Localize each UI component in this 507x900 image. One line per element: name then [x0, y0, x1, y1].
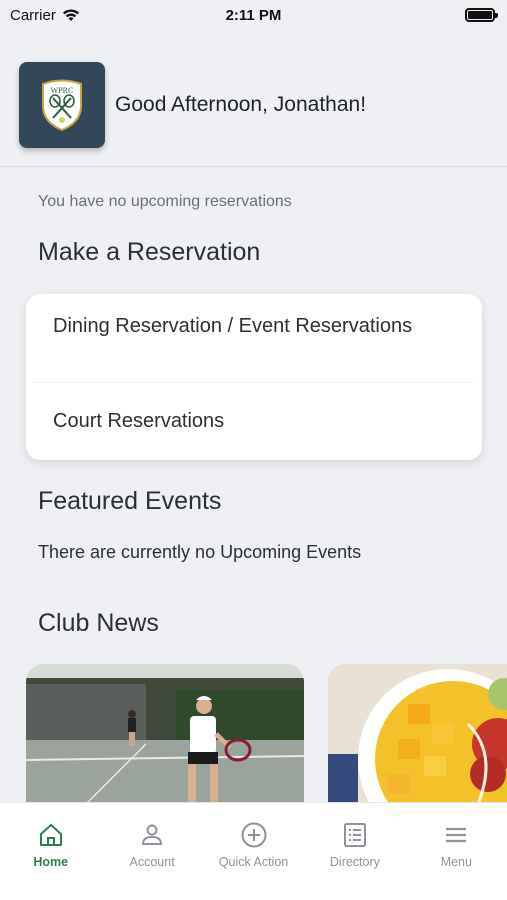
club-logo: WPRC [19, 62, 105, 148]
make-reservation-title: Make a Reservation [38, 238, 261, 266]
no-events-text: There are currently no Upcoming Events [38, 542, 362, 562]
menu-icon [446, 827, 467, 843]
plus-circle-icon [241, 822, 267, 848]
tab-home-label: Home [33, 855, 69, 869]
reservation-card: Dining Reservation / Event Reservations … [26, 294, 482, 460]
news-card-food[interactable] [328, 664, 507, 824]
tennis-photo [26, 664, 304, 824]
tab-quick-action-label: Quick Action [218, 855, 289, 869]
tab-home[interactable]: Home [0, 803, 101, 900]
club-news-title: Club News [38, 609, 159, 637]
reservation-divider [34, 382, 474, 383]
header-divider [0, 166, 507, 167]
status-bar: Carrier 2:11 PM [0, 0, 507, 30]
status-left: Carrier [10, 7, 80, 24]
tab-menu[interactable]: Menu [406, 803, 507, 900]
tab-quick-action[interactable]: Quick Action [203, 803, 304, 900]
food-photo [328, 664, 507, 824]
news-card-tennis[interactable] [26, 664, 304, 824]
court-reservation-item[interactable]: Court Reservations [53, 408, 462, 434]
tab-bar: Home Account Quick Action Directory Menu [0, 802, 507, 900]
wifi-icon [62, 9, 79, 21]
home-icon [39, 824, 62, 846]
logo-text: WPRC [51, 86, 74, 95]
featured-events-title: Featured Events [38, 487, 222, 515]
tab-directory[interactable]: Directory [304, 803, 405, 900]
greeting-text: Good Afternoon, Jonathan! [115, 93, 367, 116]
tab-account[interactable]: Account [101, 803, 202, 900]
club-crest-icon: WPRC [42, 79, 82, 132]
tab-directory-label: Directory [329, 855, 380, 869]
tab-menu-label: Menu [440, 855, 472, 869]
account-icon [142, 824, 163, 845]
tab-account-label: Account [129, 855, 175, 869]
battery-icon [465, 8, 498, 22]
no-reservations-text: You have no upcoming reservations [38, 193, 292, 210]
dining-reservation-item[interactable]: Dining Reservation / Event Reservations [53, 313, 462, 339]
header: WPRC Good Afternoon, Jonathan! [19, 62, 507, 148]
directory-icon [343, 823, 366, 847]
carrier-label: Carrier [10, 6, 56, 24]
